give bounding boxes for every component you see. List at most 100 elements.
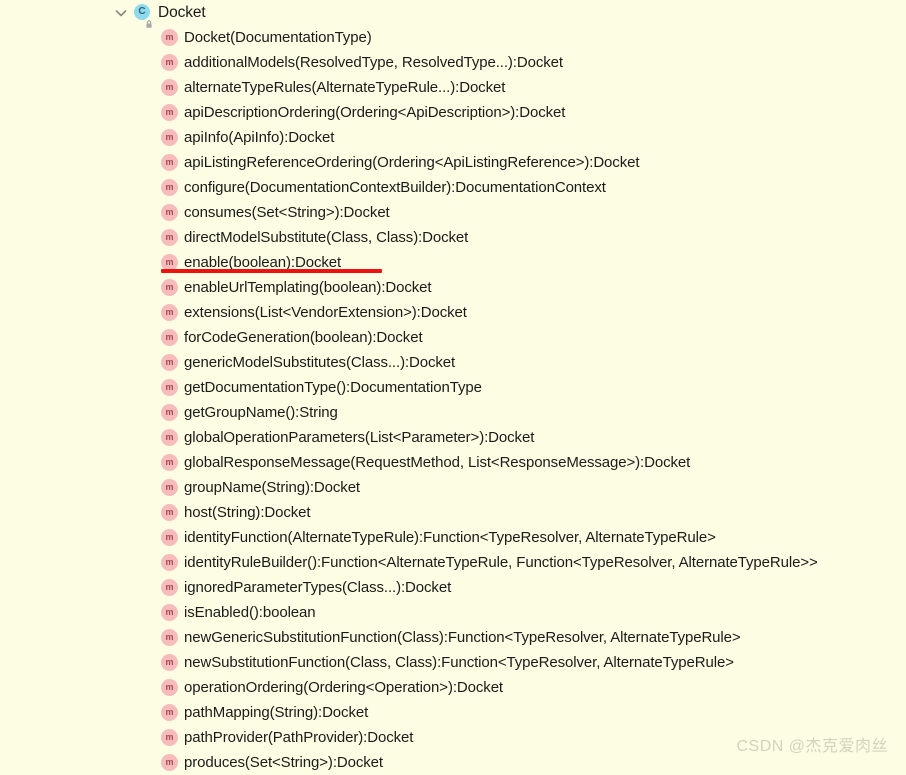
method-icon: m: [161, 229, 178, 246]
method-icon-glyph: m: [165, 632, 174, 642]
method-icon: m: [161, 504, 178, 521]
tree-row-label: pathMapping(String):Docket: [184, 704, 369, 721]
method-icon: m: [161, 629, 178, 646]
method-icon: m: [161, 279, 178, 296]
tree-row-method[interactable]: m getDocumentationType():DocumentationTyp…: [0, 375, 906, 400]
class-icon: C: [134, 3, 153, 28]
tree-row-method[interactable]: m directModelSubstitute(Class, Class):Doc…: [0, 225, 906, 250]
tree-row-label: pathProvider(PathProvider):Docket: [184, 729, 414, 746]
tree-row-method[interactable]: m extensions(List<VendorExtension>):Docke…: [0, 300, 906, 325]
tree-row-label: host(String):Docket: [184, 504, 311, 521]
chevron-down-icon[interactable]: [113, 5, 129, 21]
method-icon: m: [161, 154, 178, 171]
tree-row-method[interactable]: m additionalModels(ResolvedType, Resolved…: [0, 50, 906, 75]
tree-row-method[interactable]: m Docket(DocumentationType): [0, 25, 906, 50]
tree-row-method[interactable]: m pathMapping(String):Docket: [0, 700, 906, 725]
structure-tree-panel[interactable]: C Docket m Docket(DocumentationType) m addi…: [0, 0, 906, 771]
tree-row-label: genericModelSubstitutes(Class...):Docket: [184, 354, 456, 371]
tree-row-label: globalOperationParameters(List<Parameter…: [184, 429, 535, 446]
annotation-underline: [161, 269, 382, 273]
tree-row-label: apiListingReferenceOrdering(Ordering<Api…: [184, 154, 640, 171]
tree-row-label: apiDescriptionOrdering(Ordering<ApiDescr…: [184, 104, 566, 121]
tree-row-label: getDocumentationType():DocumentationType: [184, 379, 482, 396]
method-icon: m: [161, 29, 178, 46]
tree-row-label: consumes(Set<String>):Docket: [184, 204, 390, 221]
method-icon-glyph: m: [165, 582, 174, 592]
tree-row-method[interactable]: m apiInfo(ApiInfo):Docket: [0, 125, 906, 150]
method-icon: m: [161, 79, 178, 96]
tree-row-method[interactable]: m host(String):Docket: [0, 500, 906, 525]
tree-row-method[interactable]: m isEnabled():boolean: [0, 600, 906, 625]
tree-row-class-docket[interactable]: C Docket: [0, 0, 906, 28]
method-icon: m: [161, 304, 178, 321]
tree-row-method[interactable]: m enable(boolean):Docket: [0, 250, 906, 275]
tree-row-method[interactable]: m globalOperationParameters(List<Paramete…: [0, 425, 906, 450]
tree-row-method[interactable]: m consumes(Set<String>):Docket: [0, 200, 906, 225]
tree-row-label: directModelSubstitute(Class, Class):Dock…: [184, 229, 469, 246]
tree-row-method[interactable]: m getGroupName():String: [0, 400, 906, 425]
method-icon: m: [161, 104, 178, 121]
tree-row-method[interactable]: m configure(DocumentationContextBuilder):…: [0, 175, 906, 200]
method-icon: m: [161, 354, 178, 371]
method-icon-glyph: m: [165, 57, 174, 67]
tree-row-method[interactable]: m apiDescriptionOrdering(Ordering<ApiDesc…: [0, 100, 906, 125]
method-icon: m: [161, 679, 178, 696]
tree-row-method[interactable]: m groupName(String):Docket: [0, 475, 906, 500]
tree-row-label: identityRuleBuilder():Function<Alternate…: [184, 554, 818, 571]
tree-row-label: operationOrdering(Ordering<Operation>):D…: [184, 679, 504, 696]
tree-row-method[interactable]: m ignoredParameterTypes(Class...):Docket: [0, 575, 906, 600]
tree-row-method[interactable]: m operationOrdering(Ordering<Operation>):…: [0, 675, 906, 700]
tree-row-label: forCodeGeneration(boolean):Docket: [184, 329, 423, 346]
method-icon: m: [161, 554, 178, 571]
method-icon-glyph: m: [165, 282, 174, 292]
method-icon-glyph: m: [165, 32, 174, 42]
method-icon-glyph: m: [165, 107, 174, 117]
method-icon: m: [161, 579, 178, 596]
method-icon-glyph: m: [165, 507, 174, 517]
tree-row-method[interactable]: m identityRuleBuilder():Function<Alternat…: [0, 550, 906, 575]
tree-row-label: Docket: [158, 3, 206, 21]
tree-row-method[interactable]: m genericModelSubstitutes(Class...):Docke…: [0, 350, 906, 375]
method-icon-glyph: m: [165, 232, 174, 242]
method-icon: m: [161, 454, 178, 471]
method-icon: m: [161, 129, 178, 146]
method-icon-glyph: m: [165, 482, 174, 492]
lock-icon: [145, 15, 153, 28]
method-icon-glyph: m: [165, 532, 174, 542]
method-icon-glyph: m: [165, 82, 174, 92]
tree-row-method[interactable]: m forCodeGeneration(boolean):Docket: [0, 325, 906, 350]
method-icon: m: [161, 479, 178, 496]
tree-row-method[interactable]: m identityFunction(AlternateTypeRule):Fun…: [0, 525, 906, 550]
tree-row-label: globalResponseMessage(RequestMethod, Lis…: [184, 454, 691, 471]
tree-row-label: extensions(List<VendorExtension>):Docket: [184, 304, 467, 321]
method-icon-glyph: m: [165, 207, 174, 217]
method-icon-glyph: m: [165, 607, 174, 617]
tree-row-method[interactable]: m enableUrlTemplating(boolean):Docket: [0, 275, 906, 300]
method-icon: m: [161, 429, 178, 446]
method-icon: m: [161, 729, 178, 746]
method-icon-glyph: m: [165, 132, 174, 142]
tree-row-label: configure(DocumentationContextBuilder):D…: [184, 179, 606, 196]
tree-row-label: groupName(String):Docket: [184, 479, 361, 496]
tree-row-label: newSubstitutionFunction(Class, Class):Fu…: [184, 654, 734, 671]
tree-row-method[interactable]: m globalResponseMessage(RequestMethod, Li…: [0, 450, 906, 475]
tree-row-label: ignoredParameterTypes(Class...):Docket: [184, 579, 452, 596]
tree-row-label: alternateTypeRules(AlternateTypeRule...)…: [184, 79, 506, 96]
tree-row-method[interactable]: m apiListingReferenceOrdering(Ordering<Ap…: [0, 150, 906, 175]
method-icon-glyph: m: [165, 382, 174, 392]
method-icon-glyph: m: [165, 157, 174, 167]
method-icon: m: [161, 179, 178, 196]
tree-row-label: identityFunction(AlternateTypeRule):Func…: [184, 529, 716, 546]
tree-row-label: isEnabled():boolean: [184, 604, 316, 621]
tree-row-label: enableUrlTemplating(boolean):Docket: [184, 279, 432, 296]
method-icon-glyph: m: [165, 332, 174, 342]
method-icon-glyph: m: [165, 682, 174, 692]
method-icon-glyph: m: [165, 557, 174, 567]
tree-row-method[interactable]: m alternateTypeRules(AlternateTypeRule...…: [0, 75, 906, 100]
tree-row-method[interactable]: m newSubstitutionFunction(Class, Class):F…: [0, 650, 906, 675]
method-icon: m: [161, 379, 178, 396]
tree-row-method[interactable]: m newGenericSubstitutionFunction(Class):F…: [0, 625, 906, 650]
tree-member-list: m Docket(DocumentationType) m additionalMod…: [0, 25, 906, 775]
tree-row-label: produces(Set<String>):Docket: [184, 754, 383, 771]
method-icon-glyph: m: [165, 732, 174, 742]
